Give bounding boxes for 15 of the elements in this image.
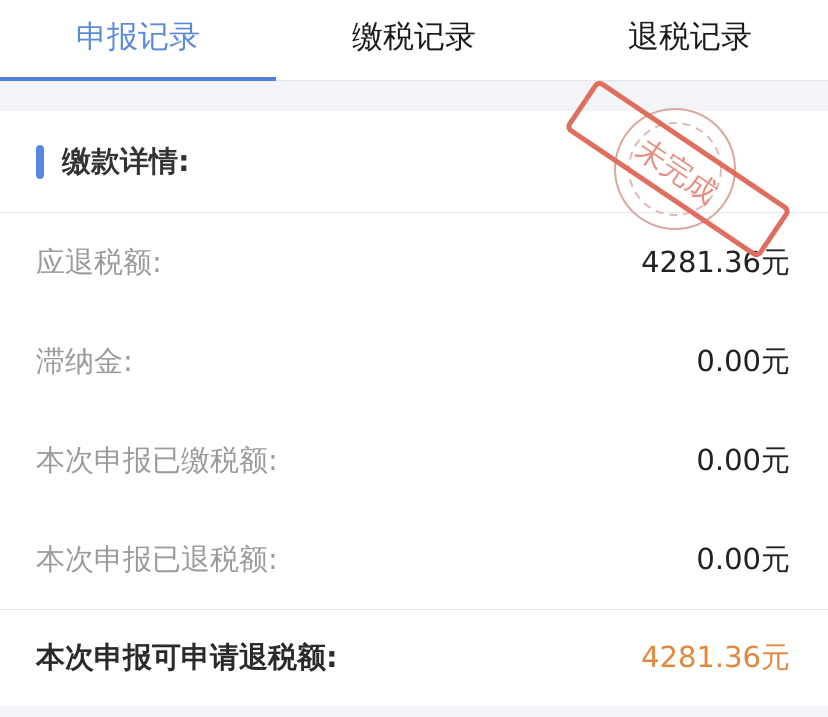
- section-marker: [36, 144, 44, 178]
- tab[interactable]: 退税记录: [552, 0, 828, 81]
- row-label: 滞纳金:: [36, 342, 133, 380]
- row-value: 4281.36元: [641, 244, 790, 280]
- tab[interactable]: 缴税记录: [276, 0, 552, 81]
- row-label: 应退税额:: [36, 244, 162, 280]
- row-value: 0.00元: [696, 342, 790, 380]
- total-label: 本次申报可申请退税额:: [36, 639, 338, 676]
- stamp-text: 未完成: [630, 131, 724, 211]
- row-value: 0.00元: [696, 540, 790, 578]
- row-label: 本次申报已退税额:: [36, 540, 278, 578]
- total-value: 4281.36元: [641, 639, 790, 676]
- section-title: 缴款详情:: [62, 142, 190, 180]
- row-label: 本次申报已缴税额:: [36, 442, 278, 478]
- row-value: 0.00元: [696, 442, 790, 478]
